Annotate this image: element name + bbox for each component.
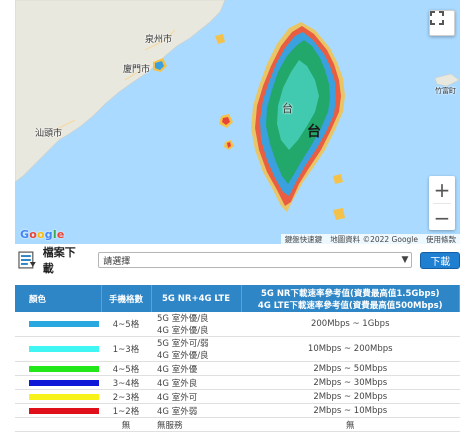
place-east-town: 竹富町	[435, 87, 456, 95]
row-tech-line: 無服務	[157, 420, 183, 431]
row-tech-line: 4G 室外優	[157, 364, 198, 375]
table-row: 1~2格 4G 室外弱 2Mbps ~ 10Mbps	[15, 403, 460, 418]
yaeyama-land	[434, 73, 460, 87]
zoom-out-button[interactable]: −	[429, 204, 455, 231]
row-color-cell	[15, 375, 101, 390]
row-bars-cell: 3~4格	[101, 375, 151, 390]
row-tech-line: 4G 室外優/良	[157, 326, 209, 336]
color-swatch	[29, 421, 99, 428]
green-island-coverage	[333, 174, 343, 184]
color-swatch	[29, 321, 99, 327]
header-speed-line2: 4G LTE下載速率參考值(資費最高值500Mbps)	[257, 300, 443, 311]
row-tech-line: 5G 室外可/弱	[157, 339, 209, 349]
table-row: 1~3格 5G 室外可/弱 4G 室外優/良 10Mbps ~ 200Mbps	[15, 336, 460, 362]
chevron-down-icon: ▼	[401, 255, 409, 265]
row-tech-cell: 4G 室外良	[151, 375, 241, 390]
orchid-island-coverage	[333, 208, 345, 220]
map-attribution: 鍵盤快速鍵 地圖資料 ©2022 Google 使用條款	[280, 234, 460, 244]
row-color-cell	[15, 389, 101, 404]
header-color: 顏色	[15, 285, 102, 312]
row-tech-cell: 4G 室外優	[151, 361, 241, 376]
table-header-row: 顏色 手機格數 5G NR+4G LTE 5G NR下載速率參考值(資費最高值1…	[15, 285, 460, 312]
row-tech-line: 4G 室外良	[157, 378, 198, 389]
download-title: 檔案下載	[42, 246, 76, 275]
google-logo[interactable]: Google	[20, 228, 65, 241]
place-quanzhou: 泉州市	[145, 35, 173, 45]
row-bars-cell: 1~3格	[101, 336, 151, 362]
row-speed-cell: 2Mbps ~ 10Mbps	[241, 403, 460, 418]
fullscreen-icon	[430, 11, 444, 25]
row-bars-cell: 2~3格	[101, 389, 151, 404]
header-speed-line1: 5G NR下載速率參考值(資費最高值1.5Gbps)	[260, 288, 440, 299]
table-row: 2~3格 4G 室外可 2Mbps ~ 20Mbps	[15, 389, 460, 404]
row-speed-cell: 200Mbps ~ 1Gbps	[241, 312, 460, 337]
keyboard-shortcuts-link[interactable]: 鍵盤快速鍵	[285, 234, 323, 244]
row-tech-cell: 4G 室外可	[151, 389, 241, 404]
color-swatch	[29, 346, 99, 352]
row-tech-line: 4G 室外弱	[157, 406, 198, 417]
color-swatch	[29, 393, 99, 400]
fullscreen-button[interactable]	[429, 10, 455, 36]
row-tech-line: 4G 室外優/良	[157, 351, 209, 361]
coverage-legend-table: 顏色 手機格數 5G NR+4G LTE 5G NR下載速率參考值(資費最高值1…	[15, 285, 460, 432]
header-tech: 5G NR+4G LTE	[151, 285, 242, 312]
row-speed-cell: 2Mbps ~ 30Mbps	[241, 375, 460, 390]
color-swatch	[29, 379, 99, 386]
color-swatch	[29, 407, 99, 414]
row-bars-cell: 4~5格	[101, 312, 151, 337]
map-data-text: 地圖資料 ©2022 Google	[330, 235, 418, 244]
matsu-coverage	[215, 34, 225, 44]
row-speed-cell: 2Mbps ~ 50Mbps	[241, 361, 460, 376]
row-tech-line: 4G 室外可	[157, 392, 198, 403]
row-color-cell	[15, 312, 101, 337]
row-speed-cell: 10Mbps ~ 200Mbps	[241, 336, 460, 362]
color-swatch	[29, 365, 99, 372]
row-bars-cell: 無	[101, 417, 151, 432]
place-taiwan-side: 台	[282, 102, 293, 115]
table-row: 無無服務無	[15, 417, 460, 432]
header-bars: 手機格數	[101, 285, 152, 312]
row-color-cell	[15, 417, 101, 432]
terms-link[interactable]: 使用條款	[426, 234, 456, 244]
zoom-in-button[interactable]: +	[429, 176, 455, 203]
row-tech-cell: 5G 室外可/弱 4G 室外優/良	[151, 336, 241, 362]
table-row: 4~5格 5G 室外優/良 4G 室外優/良 200Mbps ~ 1Gbps	[15, 312, 460, 337]
table-row: 3~4格 4G 室外良 2Mbps ~ 30Mbps	[15, 375, 460, 390]
row-tech-cell: 5G 室外優/良 4G 室外優/良	[151, 312, 241, 337]
row-tech-line: 5G 室外優/良	[157, 314, 209, 324]
file-select[interactable]: 請選擇 ▼	[98, 252, 413, 268]
coverage-map[interactable]: 台 泉州市 廈門市 汕頭市 台 竹富町 + − Google 鍵盤快速鍵 地圖資…	[15, 0, 460, 244]
download-button[interactable]: 下載	[420, 251, 461, 269]
row-tech-cell: 4G 室外弱	[151, 403, 241, 418]
row-color-cell	[15, 361, 101, 376]
taiwan-center-label: 台	[307, 123, 321, 140]
row-speed-cell: 2Mbps ~ 20Mbps	[241, 389, 460, 404]
download-bar: 檔案下載 請選擇 ▼ 下載	[15, 246, 461, 275]
table-row: 4~5格 4G 室外優 2Mbps ~ 50Mbps	[15, 361, 460, 376]
file-download-icon	[18, 251, 36, 269]
row-speed-cell: 無	[241, 417, 460, 432]
file-select-value: 請選擇	[103, 256, 131, 267]
map-canvas: 台	[15, 0, 460, 220]
row-bars-cell: 1~2格	[101, 403, 151, 418]
row-color-cell	[15, 403, 101, 418]
table-body: 4~5格 5G 室外優/良 4G 室外優/良 200Mbps ~ 1Gbps 1~3格 5…	[15, 312, 460, 432]
mainland-landmass	[15, 0, 226, 183]
zoom-control: + −	[429, 176, 455, 230]
place-shantou: 汕頭市	[35, 129, 63, 139]
row-bars-cell: 4~5格	[101, 361, 151, 376]
header-speed: 5G NR下載速率參考值(資費最高值1.5Gbps) 4G LTE下載速率參考值…	[241, 285, 460, 312]
row-color-cell	[15, 336, 101, 362]
row-tech-cell: 無服務	[151, 417, 241, 432]
place-xiamen: 廈門市	[123, 65, 151, 75]
